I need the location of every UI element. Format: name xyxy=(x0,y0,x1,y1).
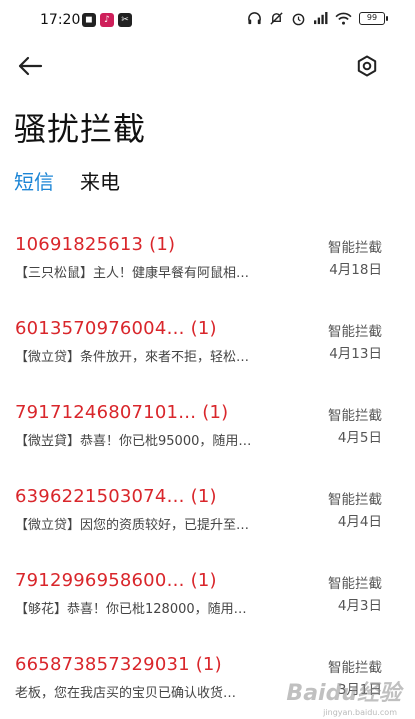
watermark-logo: Baidu经验 xyxy=(286,681,401,706)
tab-bar: 短信 来电 xyxy=(14,166,120,195)
status-right-icons: 99 xyxy=(247,11,388,26)
sender-number: 7912996958600… (1) xyxy=(15,570,217,591)
sender-number: 6013570976004… (1) xyxy=(15,318,217,339)
message-preview: 【微立贷】因您的资质较好，已提升至… xyxy=(15,518,250,533)
blocked-message-list: 10691825613 (1) 【三只松鼠】主人！健康早餐有阿鼠相… 智能拦截 … xyxy=(0,226,415,719)
list-item[interactable]: 10691825613 (1) 【三只松鼠】主人！健康早餐有阿鼠相… 智能拦截 … xyxy=(0,226,415,310)
message-preview: 【微立贷】条件放开，來者不拒，轻松… xyxy=(15,350,250,365)
message-date: 4月3日 xyxy=(337,598,382,614)
tab-sms[interactable]: 短信 xyxy=(14,166,54,195)
message-preview: 【三只松鼠】主人！健康早餐有阿鼠相… xyxy=(15,266,250,281)
page-title: 骚扰拦截 xyxy=(14,110,147,148)
headphones-icon xyxy=(248,12,261,25)
tiktok-icon: ♪ xyxy=(100,13,114,27)
list-item[interactable]: 79171246807101… (1) 【微岦貸】恭喜！你已枇95000，随用…… xyxy=(0,394,415,478)
list-item[interactable]: 7912996958600… (1) 【够花】恭喜！你已枇128000，随用… … xyxy=(0,562,415,646)
battery-icon: 99 xyxy=(359,12,388,25)
message-preview: 【够花】恭喜！你已枇128000，随用… xyxy=(15,602,247,617)
message-preview: 老板，您在我店买的宝贝已确认收货… xyxy=(15,686,237,701)
message-date: 4月4日 xyxy=(337,514,382,530)
status-time: 17:20 xyxy=(40,12,81,28)
sender-number: 6396221503074… (1) xyxy=(15,486,217,507)
signal-icon xyxy=(314,12,328,25)
gear-icon xyxy=(357,55,377,77)
sender-number: 79171246807101… (1) xyxy=(15,402,229,423)
capcut-icon: ✂ xyxy=(118,13,132,27)
list-item[interactable]: 6396221503074… (1) 【微立贷】因您的资质较好，已提升至… 智能… xyxy=(0,478,415,562)
block-reason-tag: 智能拦截 xyxy=(328,660,382,676)
notification-app-icon: ◼ xyxy=(82,13,96,27)
tab-calls[interactable]: 来电 xyxy=(80,166,120,195)
block-reason-tag: 智能拦截 xyxy=(328,240,382,256)
status-app-icons: ◼ ♪ ✂ xyxy=(82,13,132,27)
message-preview: 【微岦貸】恭喜！你已枇95000，随用… xyxy=(15,434,252,449)
arrow-left-icon xyxy=(18,56,43,76)
back-button[interactable] xyxy=(14,52,46,80)
block-reason-tag: 智能拦截 xyxy=(328,408,382,424)
alarm-icon xyxy=(292,13,305,26)
sender-number: 665873857329031 (1) xyxy=(15,654,222,675)
sender-number: 10691825613 (1) xyxy=(15,234,176,255)
block-reason-tag: 智能拦截 xyxy=(328,324,382,340)
status-bar: 17:20 ◼ ♪ ✂ 99 xyxy=(0,0,415,40)
list-item[interactable]: 6013570976004… (1) 【微立贷】条件放开，來者不拒，轻松… 智能… xyxy=(0,310,415,394)
settings-button[interactable] xyxy=(353,52,381,80)
block-reason-tag: 智能拦截 xyxy=(328,492,382,508)
wifi-icon xyxy=(335,12,352,25)
block-reason-tag: 智能拦截 xyxy=(328,576,382,592)
message-date: 4月13日 xyxy=(329,346,382,362)
message-date: 4月5日 xyxy=(337,430,382,446)
mute-bell-icon xyxy=(270,12,283,25)
watermark-url: jingyan.baidu.com xyxy=(323,708,397,717)
message-date: 4月18日 xyxy=(329,262,382,278)
